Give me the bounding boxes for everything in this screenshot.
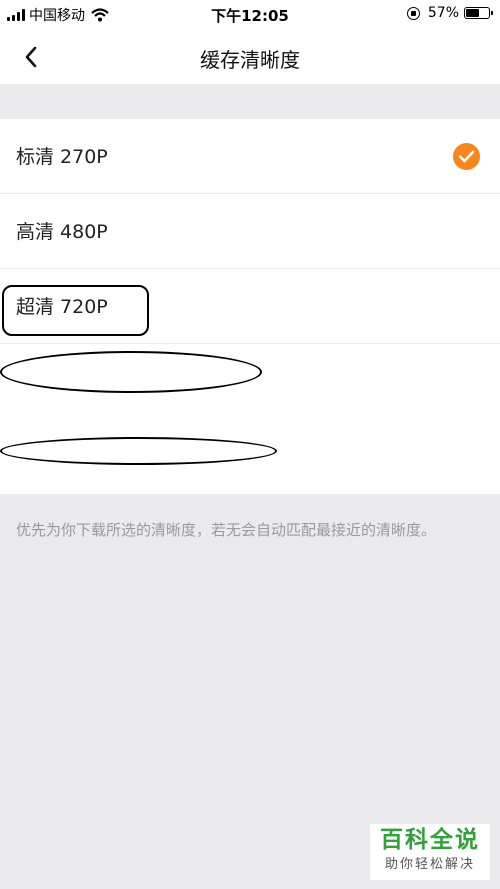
watermark-title: 百科全说 bbox=[380, 827, 480, 853]
watermark-logo: 百科全说 助你轻松解决 bbox=[370, 824, 490, 880]
hint-text: 优先为你下载所选的清晰度，若无会自动匹配最接近的清晰度。 bbox=[16, 521, 437, 539]
watermark-subtitle: 助你轻松解决 bbox=[384, 857, 475, 872]
option-high[interactable]: 高清 480P bbox=[0, 194, 500, 269]
chevron-left-icon bbox=[25, 46, 37, 68]
status-bar: 中国移动 下午12:05 57% bbox=[0, 0, 500, 30]
battery-icon bbox=[464, 7, 493, 19]
battery-level bbox=[466, 9, 479, 17]
option-label: 标清 270P bbox=[16, 146, 108, 168]
redaction-oval bbox=[0, 351, 262, 393]
battery-percent: 57% bbox=[427, 5, 459, 21]
checkmark-icon bbox=[453, 143, 480, 170]
redaction-oval bbox=[0, 437, 277, 465]
option-label: 高清 480P bbox=[16, 221, 108, 243]
nav-bar: 缓存清晰度 bbox=[0, 30, 500, 84]
status-right: 57% bbox=[406, 5, 493, 21]
back-button[interactable] bbox=[14, 40, 48, 74]
orientation-lock-icon bbox=[406, 6, 420, 20]
option-standard[interactable]: 标清 270P bbox=[0, 119, 500, 194]
page-title: 缓存清晰度 bbox=[200, 48, 300, 72]
highlight-annotation bbox=[2, 285, 149, 336]
